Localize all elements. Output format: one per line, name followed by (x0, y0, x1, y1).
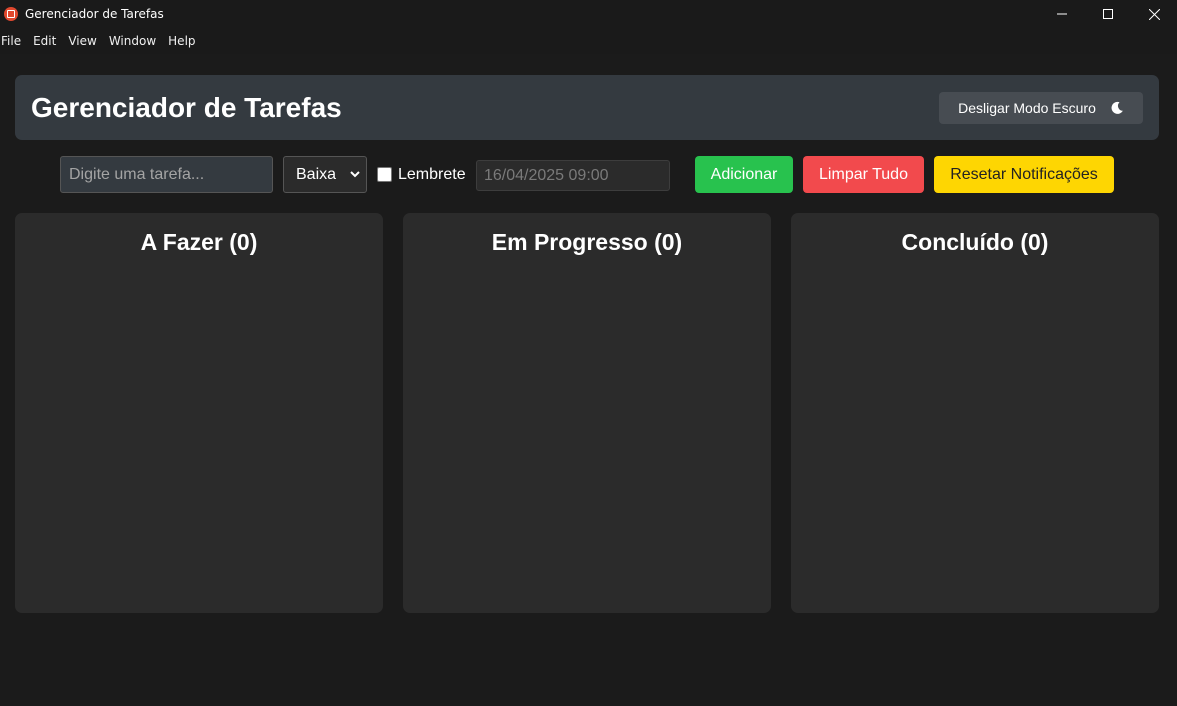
dark-mode-toggle-label: Desligar Modo Escuro (958, 99, 1096, 116)
menu-help[interactable]: Help (168, 34, 195, 48)
chevron-down-icon (350, 171, 360, 178)
dark-mode-toggle-button[interactable]: Desligar Modo Escuro (939, 91, 1143, 124)
reminder-checkbox[interactable] (377, 167, 392, 182)
window-controls (1039, 0, 1177, 28)
window-title: Gerenciador de Tarefas (25, 7, 164, 21)
maximize-icon (1103, 9, 1113, 19)
menu-view[interactable]: View (68, 34, 96, 48)
priority-selected-value: Baixa (296, 165, 337, 183)
task-form: Baixa Lembrete 16/04/2025 09:00 Adiciona… (0, 156, 1177, 193)
column-done-title: Concluído (0) (901, 229, 1049, 255)
close-button[interactable] (1131, 0, 1177, 28)
menu-window[interactable]: Window (109, 34, 156, 48)
column-in-progress-title: Em Progresso (0) (491, 229, 683, 255)
reminder-label: Lembrete (398, 165, 466, 183)
maximize-button[interactable] (1085, 0, 1131, 28)
title-bar: Gerenciador de Tarefas (0, 0, 1177, 28)
clear-all-button[interactable]: Limpar Tudo (803, 156, 924, 193)
priority-select[interactable]: Baixa (283, 156, 367, 193)
minimize-button[interactable] (1039, 0, 1085, 28)
app-icon (4, 7, 18, 21)
page-title: Gerenciador de Tarefas (31, 91, 342, 123)
menu-file[interactable]: File (1, 34, 21, 48)
menu-edit[interactable]: Edit (33, 34, 56, 48)
kanban-board: A Fazer (0) Em Progresso (0) Concluído (… (15, 213, 1159, 613)
reset-notifications-button[interactable]: Resetar Notificações (934, 156, 1114, 193)
add-button[interactable]: Adicionar (695, 156, 793, 193)
moon-icon (1110, 101, 1124, 115)
reminder-datetime-input[interactable]: 16/04/2025 09:00 (476, 160, 670, 191)
menu-bar: File Edit View Window Help (0, 28, 1177, 54)
app-content: Gerenciador de Tarefas Desligar Modo Esc… (0, 54, 1177, 706)
column-done[interactable]: Concluído (0) (791, 213, 1159, 613)
minimize-icon (1057, 13, 1067, 15)
column-in-progress[interactable]: Em Progresso (0) (403, 213, 771, 613)
reminder-option: Lembrete (377, 156, 466, 193)
column-todo-title: A Fazer (0) (140, 229, 258, 255)
column-todo[interactable]: A Fazer (0) (15, 213, 383, 613)
app-header: Gerenciador de Tarefas Desligar Modo Esc… (15, 75, 1159, 140)
reminder-datetime-value: 16/04/2025 09:00 (484, 166, 609, 184)
close-icon (1148, 8, 1160, 20)
task-input[interactable] (60, 156, 273, 193)
